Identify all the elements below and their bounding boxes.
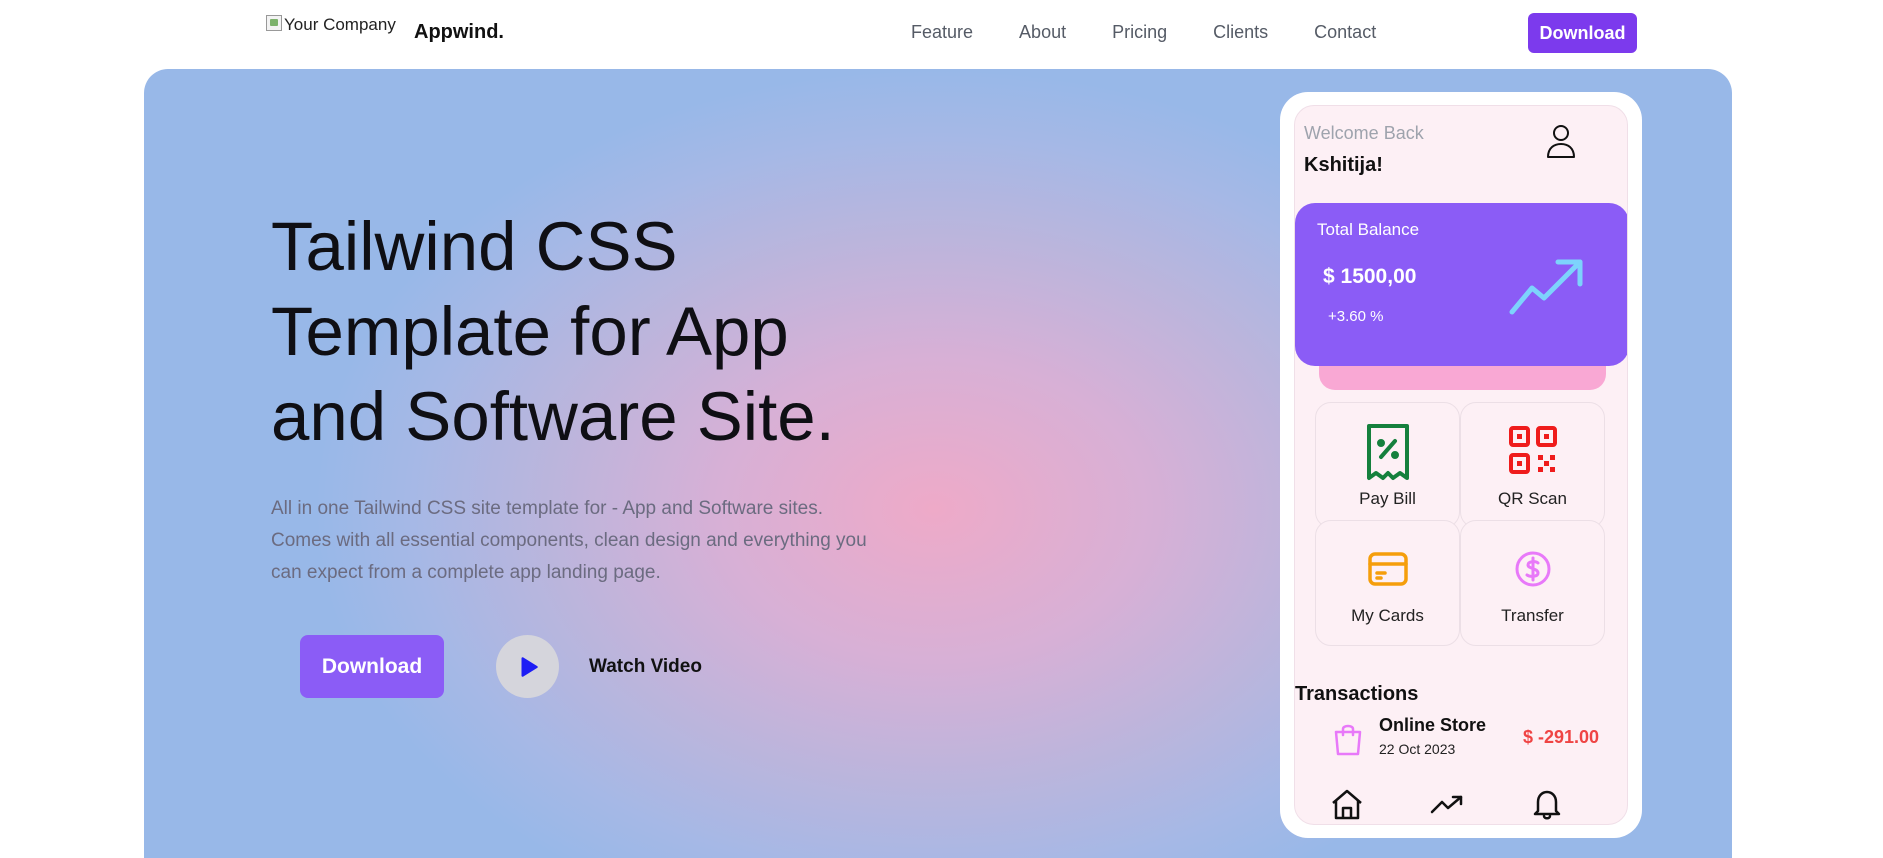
nav-link-about[interactable]: About (1019, 22, 1066, 43)
balance-value: $ 1500,00 (1323, 265, 1417, 288)
receipt-percent-icon (1366, 424, 1409, 480)
transfer-tile[interactable]: Transfer (1460, 520, 1605, 646)
nav-download-button[interactable]: Download (1528, 13, 1637, 53)
logo-alt-text: Your Company (284, 15, 396, 34)
shopping-bag-icon (1334, 724, 1362, 756)
trending-icon[interactable] (1430, 788, 1464, 820)
company-logo[interactable]: Your Company (266, 15, 396, 35)
hero-subtitle-line: All in one Tailwind CSS site template fo… (271, 498, 823, 519)
nav-link-clients[interactable]: Clients (1213, 22, 1268, 43)
nav-link-contact[interactable]: Contact (1314, 22, 1376, 43)
transactions-heading: Transactions (1295, 683, 1419, 705)
watch-video-link[interactable]: Watch Video (589, 656, 702, 678)
hero-title-line: and Software Site. (271, 378, 835, 455)
hero-title-line: Tailwind CSS (271, 208, 678, 285)
brand-name[interactable]: Appwind. (414, 21, 504, 44)
balance-label: Total Balance (1317, 220, 1420, 239)
transaction-amount: $ -291.00 (1523, 727, 1600, 747)
play-icon (521, 656, 538, 677)
nav-link-feature[interactable]: Feature (911, 22, 973, 43)
phone-screen: Welcome Back Kshitija! Total Balance $ 1… (1294, 105, 1628, 825)
hero-title: Tailwind CSS Template for App and Softwa… (271, 204, 971, 459)
dollar-circle-icon (1515, 551, 1550, 587)
tile-label: Transfer (1501, 606, 1564, 625)
top-navbar: Your Company Appwind. Feature About Pric… (0, 0, 1883, 68)
qr-scan-tile[interactable]: QR Scan (1460, 402, 1605, 528)
broken-image-icon (266, 15, 282, 31)
hero-section: Tailwind CSS Template for App and Softwa… (144, 69, 1732, 858)
transaction-name[interactable]: Online Store (1379, 715, 1486, 736)
hero-subtitle-line: Comes with all essential components, cle… (271, 530, 867, 551)
hero-subtitle: All in one Tailwind CSS site template fo… (271, 493, 931, 589)
credit-card-icon (1367, 552, 1408, 586)
tile-label: Pay Bill (1359, 489, 1416, 508)
transaction-date: 22 Oct 2023 (1379, 741, 1456, 757)
home-icon[interactable] (1330, 788, 1364, 820)
balance-card[interactable]: Total Balance $ 1500,00 +3.60 % (1295, 203, 1627, 366)
balance-change: +3.60 % (1328, 308, 1384, 325)
phone-mockup: Welcome Back Kshitija! Total Balance $ 1… (1280, 92, 1642, 838)
nav-link-pricing[interactable]: Pricing (1112, 22, 1167, 43)
hero-subtitle-line: can expect from a complete app landing p… (271, 562, 661, 583)
pay-bill-tile[interactable]: Pay Bill (1315, 402, 1460, 528)
play-video-button[interactable] (496, 635, 559, 698)
nav-links: Feature About Pricing Clients Contact (911, 22, 1422, 43)
hero-download-button[interactable]: Download (300, 635, 444, 698)
qr-code-icon (1508, 426, 1557, 474)
user-icon[interactable] (1544, 123, 1578, 161)
welcome-text: Welcome Back (1304, 123, 1424, 143)
my-cards-tile[interactable]: My Cards (1315, 520, 1460, 646)
bell-icon[interactable] (1530, 788, 1564, 820)
tile-label: QR Scan (1498, 489, 1567, 508)
tile-label: My Cards (1351, 606, 1424, 625)
trending-up-icon (1509, 259, 1583, 315)
username: Kshitija! (1304, 154, 1383, 176)
hero-title-line: Template for App (271, 293, 789, 370)
